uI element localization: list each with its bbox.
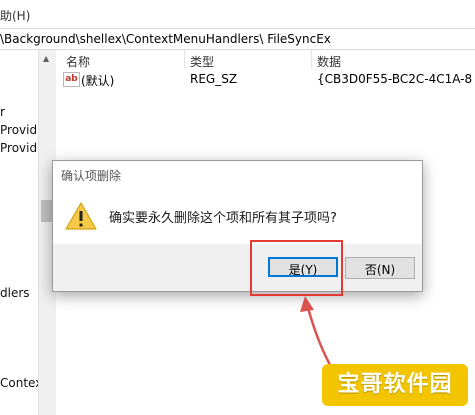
dialog-title: 确认项删除 <box>61 169 122 183</box>
value-data: {CB3D0F55-BC2C-4C1A-8 <box>317 72 473 86</box>
value-type: REG_SZ <box>190 72 238 86</box>
tree-item[interactable]: dlers <box>0 286 30 300</box>
tree-item[interactable]: Provid <box>0 141 37 155</box>
column-divider[interactable] <box>311 50 312 68</box>
table-row[interactable]: ab (默认) REG_SZ {CB3D0F55-BC2C-4C1A-8 <box>56 70 475 88</box>
menu-bar: 助(H) <box>0 0 475 28</box>
scroll-up-icon[interactable]: ▲ <box>43 54 49 63</box>
watermark-logo: 宝哥软件园 <box>322 364 468 406</box>
tree-item[interactable]: Contex <box>0 376 42 390</box>
value-name: (默认) <box>81 74 115 88</box>
column-data[interactable]: 数据 <box>317 53 341 70</box>
warning-icon <box>65 202 97 230</box>
tree-item[interactable]: r <box>0 105 5 119</box>
tree-item[interactable]: Provid <box>0 123 37 137</box>
dialog-titlebar[interactable]: 确认项删除 <box>53 161 422 189</box>
no-button[interactable]: 否(N) <box>345 257 415 279</box>
column-type[interactable]: 类型 <box>190 53 214 70</box>
column-name[interactable]: 名称 <box>66 53 90 70</box>
menu-help[interactable]: 助(H) <box>0 7 30 24</box>
column-header: 名称 类型 数据 <box>56 50 475 70</box>
dialog-body: 确实要永久删除这个项和所有其子项吗? <box>53 189 422 244</box>
address-bar[interactable]: \Background\shellex\ContextMenuHandlers\… <box>0 28 475 50</box>
column-divider[interactable] <box>184 50 185 68</box>
dialog-message: 确实要永久删除这个项和所有其子项吗? <box>109 211 337 226</box>
highlight-box <box>250 240 343 296</box>
registry-tree: r Provid Provid dlers Contex <box>0 50 42 415</box>
ab-string-icon: ab <box>63 72 80 87</box>
address-path[interactable]: \Background\shellex\ContextMenuHandlers\… <box>0 29 331 49</box>
confirm-delete-dialog: 确认项删除 确实要永久删除这个项和所有其子项吗? 是(Y) 否(N) <box>52 160 423 292</box>
